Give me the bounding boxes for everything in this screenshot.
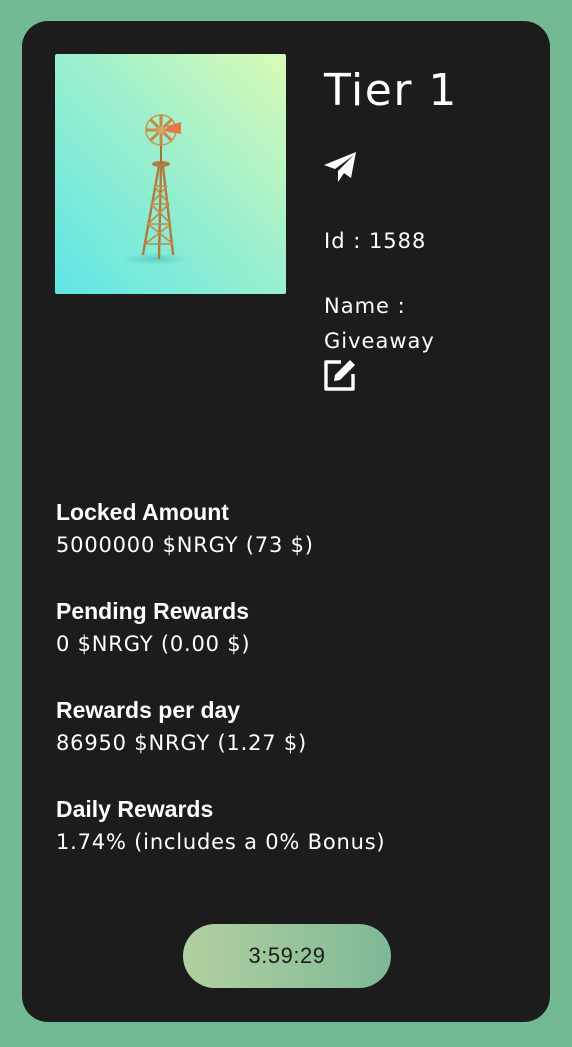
stat-daily-rewards: Daily Rewards 1.74% (includes a 0% Bonus… bbox=[56, 794, 526, 893]
stat-locked-amount: Locked Amount 5000000 $NRGY (73 $) bbox=[56, 497, 526, 596]
stat-label: Locked Amount bbox=[56, 499, 229, 525]
stat-value: 5000000 $NRGY (73 $) bbox=[56, 533, 314, 557]
stat-label: Rewards per day bbox=[56, 697, 241, 723]
tier-title: Tier 1 bbox=[324, 65, 458, 116]
stat-value: 0 $NRGY (0.00 $) bbox=[56, 632, 251, 656]
paper-plane-icon[interactable] bbox=[323, 151, 357, 183]
node-name: Name : Giveaway bbox=[324, 289, 514, 359]
windmill-image bbox=[55, 54, 286, 294]
node-id: Id : 1588 bbox=[324, 229, 427, 253]
node-card: Tier 1 Id : 1588 Name : Giveaway Locked … bbox=[22, 21, 550, 1022]
stat-pending-rewards: Pending Rewards 0 $NRGY (0.00 $) bbox=[56, 596, 526, 695]
stats-list: Locked Amount 5000000 $NRGY (73 $) Pendi… bbox=[56, 497, 526, 893]
stat-value: 86950 $NRGY (1.27 $) bbox=[56, 731, 308, 755]
edit-icon[interactable] bbox=[323, 358, 357, 392]
stat-rewards-per-day: Rewards per day 86950 $NRGY (1.27 $) bbox=[56, 695, 526, 794]
stat-label: Daily Rewards bbox=[56, 796, 214, 822]
stat-value: 1.74% (includes a 0% Bonus) bbox=[56, 830, 386, 854]
name-value: Giveaway bbox=[324, 329, 435, 353]
stat-label: Pending Rewards bbox=[56, 598, 249, 624]
name-label: Name : bbox=[324, 294, 406, 318]
countdown-timer-button[interactable]: 3:59:29 bbox=[183, 924, 391, 988]
